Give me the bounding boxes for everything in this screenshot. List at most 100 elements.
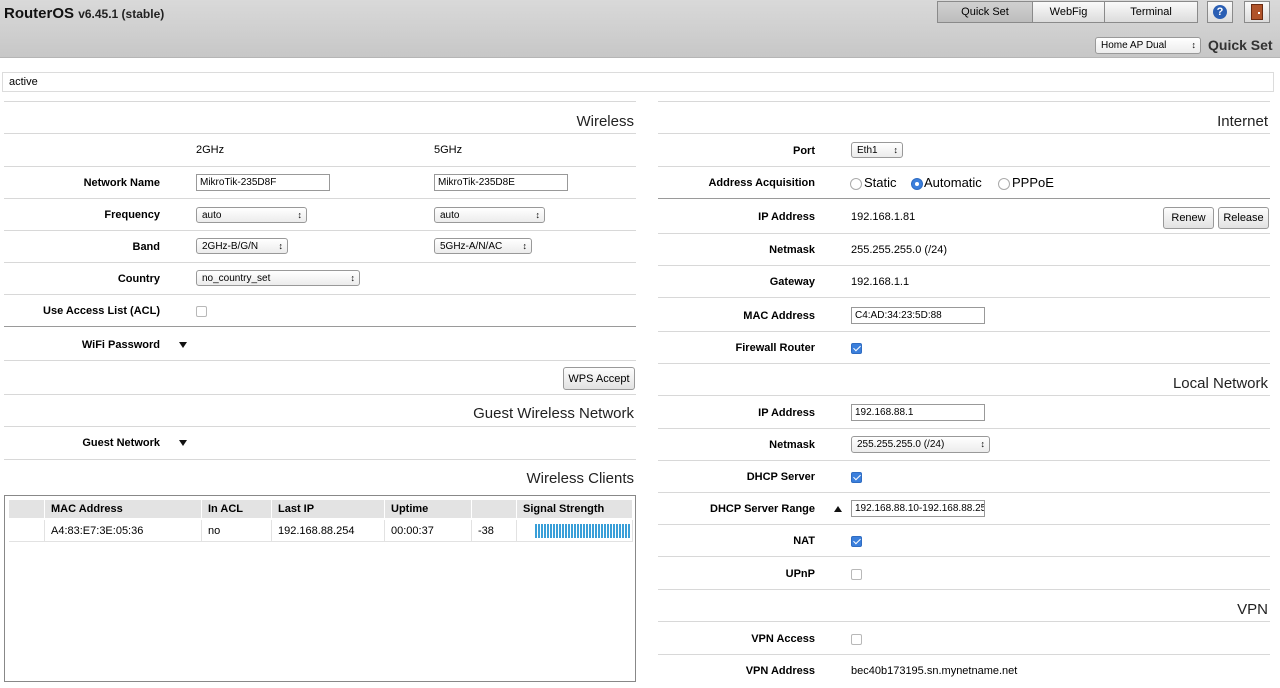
table-header-signal[interactable] [472,500,517,518]
radio-automatic[interactable] [911,178,923,190]
quickset-mode-select[interactable]: Home AP Dual [1095,37,1201,54]
acl-label: Use Access List (ACL) [43,305,160,317]
divider [4,426,636,427]
band-2ghz-select[interactable]: 2GHz-B/G/N [196,238,288,254]
renew-button[interactable]: Renew [1163,207,1214,229]
col-2ghz-header: 2GHz [196,144,225,156]
divider [4,198,636,199]
signal-strength-bar [535,524,630,538]
vpn-address-label: VPN Address [745,665,815,677]
divider [4,459,636,460]
mode-tabs: Quick Set WebFig Terminal [937,1,1198,23]
table-header-in-acl[interactable]: In ACL [202,500,272,518]
vpn-access-label: VPN Access [751,633,815,645]
expand-arrow-icon[interactable] [179,440,187,446]
divider [658,331,1270,332]
release-button[interactable]: Release [1218,207,1269,229]
client-in-acl: no [202,520,272,542]
local-ip-label: IP Address [758,407,815,419]
country-label: Country [117,273,160,285]
internet-ip-label: IP Address [758,211,815,223]
version-label: v6.45.1 (stable) [78,7,165,21]
tab-quick-set[interactable]: Quick Set [937,1,1033,23]
expand-arrow-icon[interactable] [179,342,187,348]
divider [658,428,1270,429]
frequency-2ghz-select[interactable]: auto [196,207,307,223]
radio-static[interactable] [850,178,862,190]
divider [658,654,1270,655]
radio-pppoe[interactable] [998,178,1010,190]
frequency-5ghz-select[interactable]: auto [434,207,545,223]
address-acquisition-label: Address Acquisition [708,177,815,189]
upnp-label: UPnP [785,568,815,580]
wps-accept-button[interactable]: WPS Accept [563,367,635,390]
port-label: Port [793,145,815,157]
local-ip-input[interactable]: 192.168.88.1 [851,404,985,421]
page-title: Quick Set [1208,37,1273,53]
divider [4,360,636,361]
divider [4,101,636,102]
logout-button[interactable] [1244,1,1270,23]
wifi-password-label: WiFi Password [81,339,160,351]
firewall-router-label: Firewall Router [735,342,815,354]
divider [658,556,1270,557]
divider [658,460,1270,461]
collapse-arrow-icon[interactable] [834,506,842,512]
table-header-uptime[interactable]: Uptime [385,500,472,518]
internet-netmask-value: 255.255.255.0 (/24) [851,244,948,256]
guest-title: Guest Wireless Network [473,405,634,422]
dhcp-server-checkbox[interactable] [851,472,862,483]
divider [658,621,1270,622]
divider [4,294,636,295]
divider [658,198,1270,199]
tab-terminal[interactable]: Terminal [1104,1,1198,23]
divider [658,166,1270,167]
divider [658,395,1270,396]
clients-table: MAC Address In ACL Last IP Uptime Signal… [4,495,636,682]
acl-checkbox[interactable] [196,306,207,317]
top-bar: RouterOS v6.45.1 (stable) Quick Set WebF… [0,0,1280,58]
dhcp-range-input[interactable]: 192.168.88.10-192.168.88.254 [851,500,985,517]
table-header-last-ip[interactable]: Last IP [272,500,385,518]
divider [658,524,1270,525]
table-cell [9,520,45,542]
help-button[interactable]: ? [1207,1,1233,23]
table-header[interactable] [9,500,45,518]
divider [658,492,1270,493]
divider [4,133,636,134]
gateway-value: 192.168.1.1 [851,276,910,288]
nat-checkbox[interactable] [851,536,862,547]
client-mac: A4:83:E7:3E:05:36 [45,520,202,542]
mac-address-input[interactable]: C4:AD:34:23:5D:88 [851,307,985,324]
firewall-router-checkbox[interactable] [851,343,862,354]
port-select[interactable]: Eth1 [851,142,903,158]
client-last-ip: 192.168.88.254 [272,520,385,542]
mac-address-label: MAC Address [743,310,815,322]
vpn-access-checkbox[interactable] [851,634,862,645]
brand-name: RouterOS [4,5,75,22]
radio-pppoe-label: PPPoE [1012,175,1054,190]
frequency-label: Frequency [104,209,160,221]
network-name-label: Network Name [83,177,160,189]
tab-webfig[interactable]: WebFig [1032,1,1105,23]
client-signal-strength-cell [517,520,633,542]
vpn-title: VPN [1237,601,1268,618]
divider [658,297,1270,298]
local-netmask-label: Netmask [769,439,815,451]
network-name-5ghz-input[interactable]: MikroTik-235D8E [434,174,568,191]
client-signal: -38 [472,520,517,542]
table-header-mac[interactable]: MAC Address [45,500,202,518]
vpn-address-value: bec40b173195.sn.mynetname.net [851,665,1018,677]
wireless-title: Wireless [576,113,634,130]
network-name-2ghz-input[interactable]: MikroTik-235D8F [196,174,330,191]
country-select[interactable]: no_country_set [196,270,360,286]
band-5ghz-select[interactable]: 5GHz-A/N/AC [434,238,532,254]
clients-title: Wireless Clients [526,470,634,487]
internet-ip-value: 192.168.1.81 [851,211,916,223]
upnp-checkbox[interactable] [851,569,862,580]
divider [658,589,1270,590]
table-header-signal-strength[interactable]: Signal Strength [517,500,633,518]
radio-automatic-label: Automatic [924,175,982,190]
local-netmask-select[interactable]: 255.255.255.0 (/24) [851,436,990,453]
client-uptime: 00:00:37 [385,520,472,542]
